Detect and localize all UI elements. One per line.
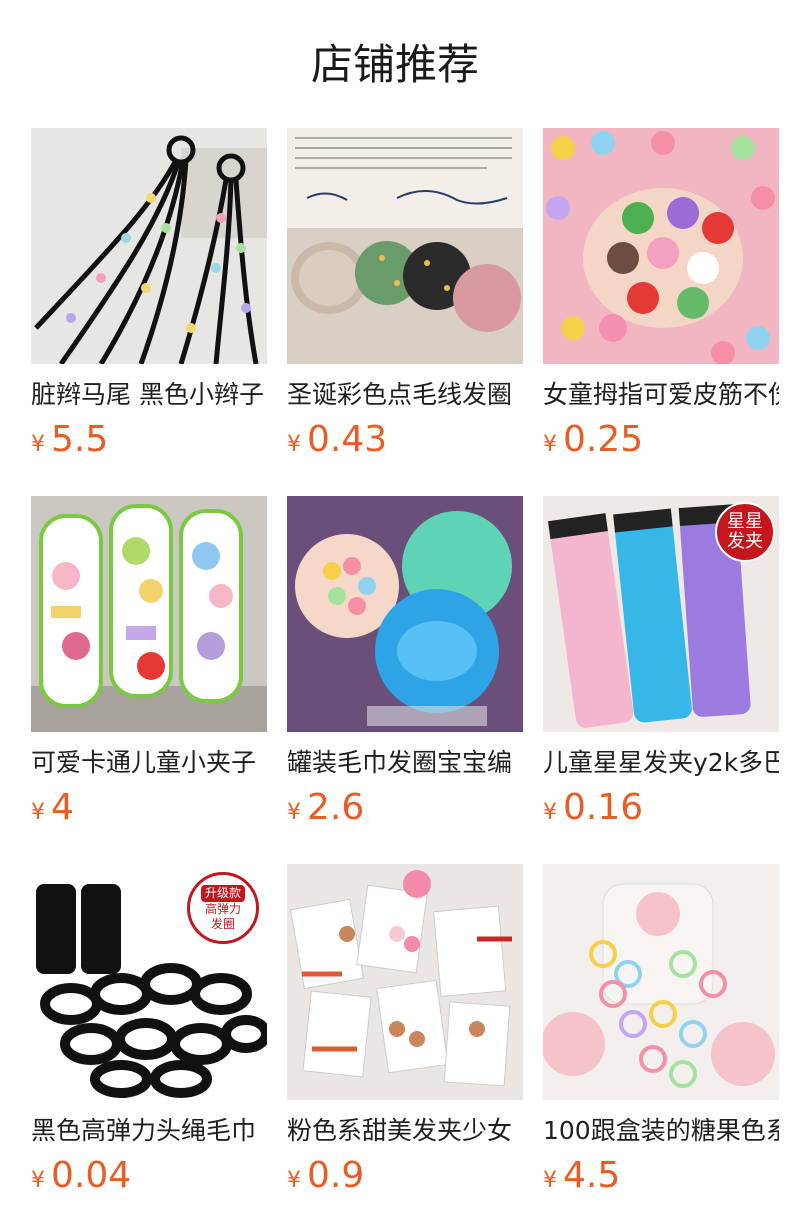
price-value: 0.04 [51, 1155, 132, 1196]
page-title: 店铺推荐 [310, 40, 479, 89]
price-value: 2.6 [307, 787, 365, 828]
badge-line: 升级款 [200, 884, 245, 902]
product-name[interactable]: 粉色系甜美发夹少女 [287, 1114, 523, 1148]
currency-symbol: ¥ [287, 432, 301, 457]
product-card[interactable]: 星星 发夹 儿童星星发夹y2k多巴 ¥0.16 [543, 496, 779, 830]
product-card[interactable]: 100跟盒装的糖果色系 ¥4.5 [543, 864, 779, 1198]
product-image[interactable] [287, 128, 523, 364]
product-name[interactable]: 黑色高弹力头绳毛巾 [31, 1114, 267, 1148]
product-card[interactable]: 罐装毛巾发圈宝宝编 ¥2.6 [287, 496, 523, 830]
product-image[interactable] [31, 496, 267, 732]
price-value: 4 [51, 787, 74, 828]
product-price: ¥4 [31, 786, 267, 830]
product-name[interactable]: 脏辫马尾 黑色小辫子 [31, 378, 267, 412]
product-name[interactable]: 100跟盒装的糖果色系 [543, 1114, 779, 1148]
currency-symbol: ¥ [287, 800, 301, 825]
product-name[interactable]: 罐装毛巾发圈宝宝编 [287, 746, 523, 780]
price-value: 0.43 [307, 419, 388, 460]
product-image[interactable] [287, 864, 523, 1100]
price-value: 5.5 [51, 419, 109, 460]
currency-symbol: ¥ [543, 432, 557, 457]
product-card[interactable]: 女童拇指可爱皮筋不伤 ¥0.25 [543, 128, 779, 462]
price-value: 4.5 [563, 1155, 621, 1196]
price-value: 0.25 [563, 419, 644, 460]
badge-line: 发夹 [727, 531, 763, 552]
product-card[interactable]: 升级款 高弹力 发圈 黑色高弹力头绳毛巾 ¥0.04 [31, 864, 267, 1198]
currency-symbol: ¥ [287, 1168, 301, 1193]
currency-symbol: ¥ [31, 432, 45, 457]
product-name[interactable]: 圣诞彩色点毛线发圈 [287, 378, 523, 412]
product-image[interactable]: 星星 发夹 [543, 496, 779, 732]
price-value: 0.16 [563, 787, 644, 828]
badge-line: 星星 [727, 511, 763, 532]
product-price: ¥0.25 [543, 418, 779, 462]
star-clip-badge: 星星 发夹 [715, 502, 775, 562]
product-price: ¥0.04 [31, 1154, 267, 1198]
product-name[interactable]: 儿童星星发夹y2k多巴 [543, 746, 779, 780]
product-name[interactable]: 可爱卡通儿童小夹子 [31, 746, 267, 780]
product-card[interactable]: 脏辫马尾 黑色小辫子 ¥5.5 [31, 128, 267, 462]
badge-line: 高弹力 [204, 901, 241, 916]
currency-symbol: ¥ [543, 1168, 557, 1193]
product-name[interactable]: 女童拇指可爱皮筋不伤 [543, 378, 779, 412]
product-price: ¥4.5 [543, 1154, 779, 1198]
product-image[interactable]: 升级款 高弹力 发圈 [31, 864, 267, 1100]
price-value: 0.9 [307, 1155, 365, 1196]
currency-symbol: ¥ [543, 800, 557, 825]
product-card[interactable]: 可爱卡通儿童小夹子 ¥4 [31, 496, 267, 830]
product-image[interactable] [31, 128, 267, 364]
product-price: ¥0.16 [543, 786, 779, 830]
product-price: ¥2.6 [287, 786, 523, 830]
currency-symbol: ¥ [31, 800, 45, 825]
product-image[interactable] [543, 864, 779, 1100]
product-price: ¥0.43 [287, 418, 523, 462]
badge-line: 发圈 [210, 916, 235, 931]
product-image[interactable] [287, 496, 523, 732]
currency-symbol: ¥ [31, 1168, 45, 1193]
product-card[interactable]: 圣诞彩色点毛线发圈 ¥0.43 [287, 128, 523, 462]
product-price: ¥5.5 [31, 418, 267, 462]
product-card[interactable]: 粉色系甜美发夹少女 ¥0.9 [287, 864, 523, 1198]
product-image[interactable] [543, 128, 779, 364]
upgrade-badge: 升级款 高弹力 发圈 [187, 872, 259, 944]
product-price: ¥0.9 [287, 1154, 523, 1198]
